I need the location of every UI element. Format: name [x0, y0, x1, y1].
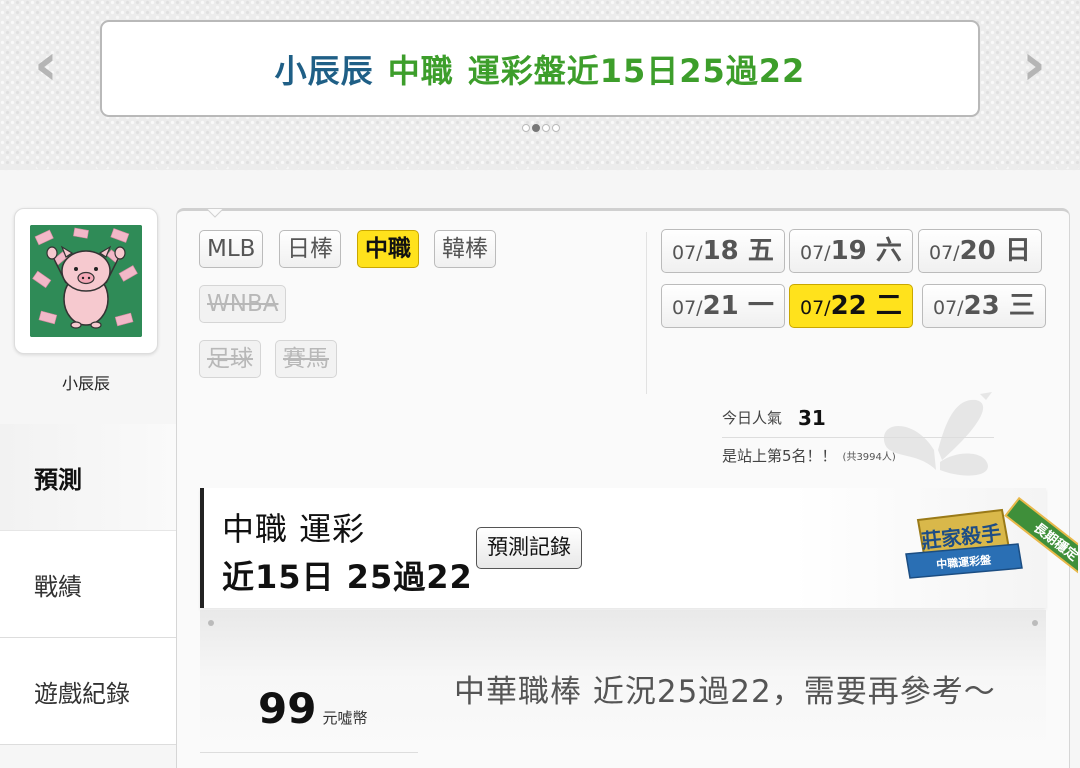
side-item-predict[interactable]: 預測	[0, 424, 178, 531]
prediction-content-card[interactable]: 99 元噓幣 中華職棒 近況25過22，需要再參考～	[200, 610, 1046, 768]
popularity-value: 31	[798, 405, 826, 430]
date-month: 07/	[929, 242, 960, 264]
popularity-block: 今日人氣 31 是站上第5名！！ (共3994人)	[722, 398, 994, 472]
prediction-header: 中職 運彩 近15日 25過22 預測記錄 長期穩定 莊家殺手 中職運彩盤	[200, 488, 1078, 608]
date-tag-0718[interactable]: 07/18 五	[661, 229, 785, 273]
league-tag-wnba: WNBA	[199, 285, 287, 323]
popularity-label: 今日人氣	[722, 409, 783, 427]
side-item-record[interactable]: 戰績	[0, 531, 178, 638]
price-value: 99	[258, 684, 317, 733]
top-banner: ‹ 小辰辰 中職 運彩盤近15日25過22 ›	[0, 0, 1080, 176]
date-weekday: 三	[1008, 291, 1035, 321]
pin-icon	[208, 620, 214, 626]
carousel-dot[interactable]	[542, 124, 550, 132]
popularity-total: (共3994人)	[842, 451, 896, 463]
headline-record: 運彩盤近15日25過22	[467, 51, 806, 90]
prediction-text: 中華職棒 近況25過22，需要再參考～	[454, 674, 996, 710]
carousel-dot[interactable]	[552, 124, 560, 132]
league-tag-npb[interactable]: 日棒	[279, 230, 341, 268]
date-month: 07/	[672, 242, 703, 264]
popularity-rank: 是站上第5名！！	[722, 446, 837, 465]
date-month: 07/	[800, 242, 831, 264]
league-tag-kbo[interactable]: 韓棒	[434, 230, 496, 268]
date-tag-0720[interactable]: 07/20 日	[918, 229, 1042, 273]
panel-notch-icon	[207, 209, 223, 218]
date-day: 22	[830, 291, 867, 321]
pin-icon	[1032, 620, 1038, 626]
side-menu: 預測 戰績 遊戲紀錄	[0, 424, 178, 745]
league-tag-mlb[interactable]: MLB	[199, 230, 264, 268]
carousel-dot-active[interactable]	[532, 124, 540, 132]
league-tag-horse: 賽馬	[275, 340, 337, 378]
date-month: 07/	[672, 297, 703, 319]
date-weekday: 二	[875, 291, 902, 321]
headline-author: 小辰辰	[274, 51, 374, 90]
headline-card[interactable]: 小辰辰 中職 運彩盤近15日25過22	[100, 20, 980, 117]
next-arrow-icon[interactable]: ›	[1014, 35, 1054, 93]
date-day: 23	[963, 291, 1000, 321]
side-item-game-log[interactable]: 遊戲紀錄	[0, 638, 178, 745]
league-tag-cpbl[interactable]: 中職	[357, 230, 419, 268]
prediction-record-button[interactable]: 預測記錄	[476, 527, 582, 569]
username[interactable]: 小辰辰	[14, 370, 158, 394]
prev-arrow-icon[interactable]: ‹	[26, 35, 66, 93]
date-weekday: 五	[747, 236, 774, 266]
price-divider	[200, 752, 418, 753]
carousel-dots	[522, 124, 560, 132]
date-tag-0722[interactable]: 07/22 二	[789, 284, 913, 328]
headline-league: 中職	[387, 51, 454, 90]
pig-avatar-icon	[30, 225, 142, 337]
carousel-dot[interactable]	[522, 124, 530, 132]
date-month: 07/	[800, 297, 831, 319]
date-tag-0719[interactable]: 07/19 六	[789, 229, 913, 273]
prediction-record: 近15日 25過22	[222, 558, 473, 596]
date-month: 07/	[933, 297, 964, 319]
date-weekday: 日	[1004, 236, 1031, 266]
avatar-card[interactable]	[14, 208, 158, 354]
dealer-killer-badge-icon: 長期穩定 莊家殺手 中職運彩盤	[905, 496, 1078, 586]
date-day: 18	[702, 236, 739, 266]
league-tag-soccer: 足球	[199, 340, 261, 378]
avatar	[30, 225, 142, 337]
date-weekday: 一	[747, 291, 774, 321]
prediction-league-type: 中職 運彩	[222, 510, 366, 548]
date-day: 20	[959, 236, 996, 266]
price-unit: 元噓幣	[322, 709, 368, 727]
date-tag-0721[interactable]: 07/21 一	[661, 284, 785, 328]
date-weekday: 六	[875, 236, 902, 266]
date-day: 19	[830, 236, 867, 266]
date-tag-0723[interactable]: 07/23 三	[922, 284, 1046, 328]
date-day: 21	[702, 291, 739, 321]
column-divider	[646, 232, 647, 394]
price-block: 99 元噓幣	[258, 684, 367, 733]
